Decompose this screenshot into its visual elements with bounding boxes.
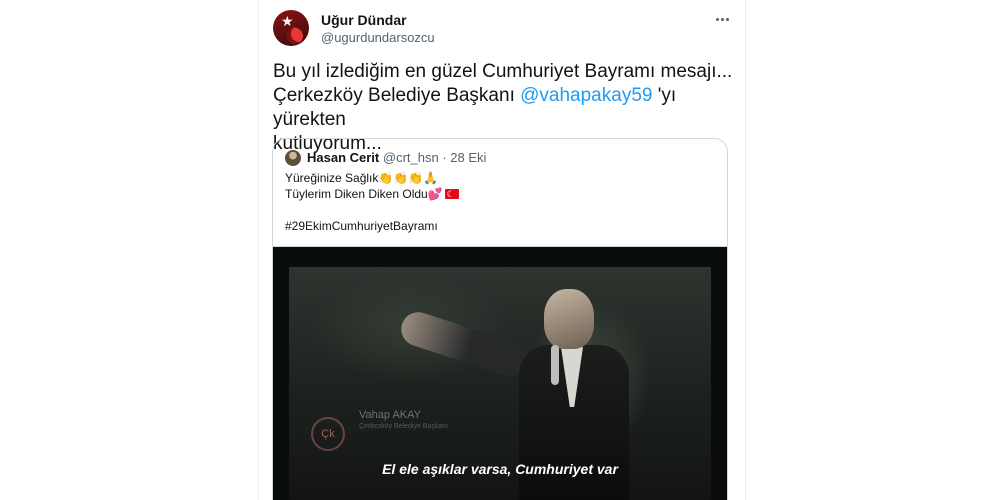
quoted-tweet[interactable]: Hasan Cerit @crt_hsn · 28 Eki Yüreğinize… (272, 138, 728, 500)
speaker-head (544, 289, 594, 349)
author-handle[interactable]: @ugurdundarsozcu (321, 30, 435, 45)
speaker-arm (396, 307, 532, 381)
author-avatar[interactable]: ★ (273, 10, 309, 46)
tweet-text-segment: Çerkezköy Belediye Başkanı (273, 85, 521, 106)
quoted-line: Yüreğinize Sağlık👏👏👏🙏 (285, 171, 439, 185)
author-name[interactable]: Uğur Dündar (321, 12, 407, 28)
turkey-flag-icon (444, 186, 459, 202)
quoted-tweet-header: Hasan Cerit @crt_hsn · 28 Eki (307, 150, 486, 165)
tweet-line: Çerkezköy Belediye Başkanı @vahapakay59 … (273, 84, 733, 132)
separator-dot: · (442, 150, 447, 165)
quoted-author-handle[interactable]: @crt_hsn (383, 150, 439, 165)
watermark-title: Çerkezköy Belediye Başkanı (359, 423, 449, 430)
video-player[interactable]: Çk Vahap AKAY Çerkezköy Belediye Başkanı… (273, 246, 727, 500)
mention-link[interactable]: @vahapakay59 (520, 85, 652, 106)
municipality-logo-icon: Çk (311, 417, 345, 451)
watermark-name: Vahap AKAY (359, 409, 421, 421)
tweet-card[interactable]: ★ Uğur Dündar @ugurdundarsozcu Bu yıl iz… (258, 0, 746, 500)
quoted-author-name[interactable]: Hasan Cerit (307, 150, 379, 165)
quoted-line-text: Tüylerim Diken Diken Oldu💕 (285, 187, 443, 201)
quoted-tweet-text: Yüreğinize Sağlık👏👏👏🙏 Tüylerim Diken Dik… (285, 170, 715, 234)
video-subtitle: El ele aşıklar varsa, Cumhuriyet var (382, 461, 618, 477)
tweet-line: Bu yıl izlediğim en güzel Cumhuriyet Bay… (273, 61, 733, 82)
star-icon: ★ (281, 13, 294, 29)
quoted-author-avatar[interactable] (285, 150, 301, 166)
quoted-tweet-date[interactable]: 28 Eki (450, 150, 486, 165)
quoted-line: Tüylerim Diken Diken Oldu💕 (285, 186, 715, 202)
crescent-icon (287, 28, 303, 44)
video-frame[interactable]: Çk Vahap AKAY Çerkezköy Belediye Başkanı… (289, 267, 711, 500)
microphone-icon (551, 345, 559, 385)
hashtag-link[interactable]: #29EkimCumhuriyetBayramı (285, 218, 715, 234)
more-horizontal-icon[interactable] (711, 10, 733, 28)
